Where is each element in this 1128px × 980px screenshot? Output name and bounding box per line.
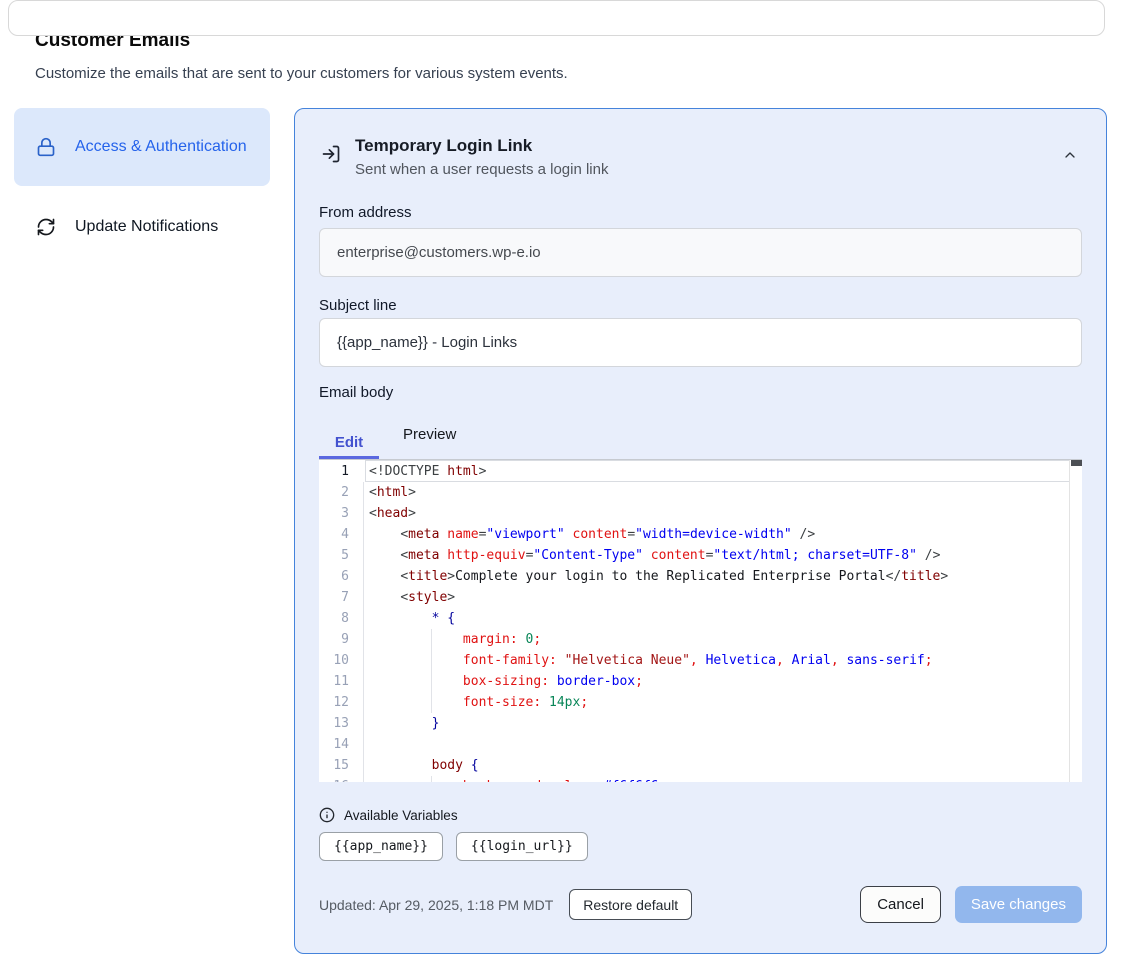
line-number: 4 [319, 524, 349, 545]
line-number: 6 [319, 566, 349, 587]
editor-scrollbar[interactable] [1069, 460, 1082, 782]
email-settings-card: Temporary Login Link Sent when a user re… [294, 108, 1107, 954]
line-number: 10 [319, 650, 349, 671]
code-line[interactable]: 13 } [319, 713, 1082, 734]
subject-line-input[interactable] [319, 318, 1082, 367]
code-line[interactable]: 11 box-sizing: border-box; [319, 671, 1082, 692]
available-variables-label: Available Variables [344, 808, 458, 823]
updated-timestamp: Updated: Apr 29, 2025, 1:18 PM MDT [319, 897, 553, 913]
line-number: 1 [319, 461, 349, 482]
code-line[interactable]: 8 * { [319, 608, 1082, 629]
sidebar-item-label: Update Notifications [75, 218, 218, 236]
line-number: 11 [319, 671, 349, 692]
sidebar-item-update-notifications[interactable]: Update Notifications [14, 203, 270, 251]
variable-chips: {{app_name}} {{login_url}} [319, 832, 1082, 861]
line-number: 14 [319, 734, 349, 755]
tab-preview[interactable]: Preview [403, 425, 456, 443]
variable-chip-login-url[interactable]: {{login_url}} [456, 832, 588, 861]
info-icon [319, 807, 335, 823]
card-subtitle: Sent when a user requests a login link [355, 161, 1058, 178]
code-line[interactable]: 5 <meta http-equiv="Content-Type" conten… [319, 545, 1082, 566]
code-line[interactable]: 3<head> [319, 503, 1082, 524]
line-number: 5 [319, 545, 349, 566]
line-number: 2 [319, 482, 349, 503]
code-line[interactable]: 12 font-size: 14px; [319, 692, 1082, 713]
variable-chip-app-name[interactable]: {{app_name}} [319, 832, 443, 861]
sidebar-item-label: Access & Authentication [75, 135, 247, 159]
card-title: Temporary Login Link [355, 135, 1058, 157]
line-number: 15 [319, 755, 349, 776]
code-line[interactable]: 14 [319, 734, 1082, 755]
log-in-icon [321, 144, 341, 164]
card-footer: Updated: Apr 29, 2025, 1:18 PM MDT Resto… [319, 886, 1082, 923]
available-variables-row: Available Variables [319, 807, 1082, 823]
main-row: Access & Authentication Update Notificat… [14, 108, 1107, 954]
line-number: 7 [319, 587, 349, 608]
code-line[interactable]: 1<!DOCTYPE html> [319, 461, 1082, 482]
collapse-button[interactable] [1058, 143, 1082, 167]
page-description: Customize the emails that are sent to yo… [35, 65, 1128, 82]
lock-icon [36, 137, 56, 157]
code-line[interactable]: 6 <title>Complete your login to the Repl… [319, 566, 1082, 587]
code-line[interactable]: 16 background-color: #f6f6f6; [319, 776, 1082, 782]
from-address-input[interactable] [319, 228, 1082, 277]
cancel-button[interactable]: Cancel [860, 886, 941, 923]
scrollbar-thumb[interactable] [1071, 460, 1082, 466]
refresh-icon [36, 217, 56, 237]
line-number: 3 [319, 503, 349, 524]
line-number: 16 [319, 776, 349, 782]
customer-emails-page: Customer Emails Customize the emails tha… [0, 30, 1128, 980]
email-body-label: Email body [319, 384, 1082, 401]
top-card-edge [8, 0, 1105, 36]
from-address-label: From address [319, 204, 1082, 221]
chevron-up-icon [1062, 147, 1078, 163]
sidebar-item-access-authentication[interactable]: Access & Authentication [14, 108, 270, 186]
code-line[interactable]: 15 body { [319, 755, 1082, 776]
card-header: Temporary Login Link Sent when a user re… [319, 135, 1082, 178]
restore-default-button[interactable]: Restore default [569, 889, 692, 920]
code-editor[interactable]: 1<!DOCTYPE html>2<html>3<head>4 <meta na… [319, 459, 1082, 782]
code-line[interactable]: 4 <meta name="viewport" content="width=d… [319, 524, 1082, 545]
save-changes-button[interactable]: Save changes [955, 886, 1082, 923]
code-line[interactable]: 2<html> [319, 482, 1082, 503]
line-number: 13 [319, 713, 349, 734]
tab-edit[interactable]: Edit [319, 425, 379, 459]
line-number: 12 [319, 692, 349, 713]
code-lines: 1<!DOCTYPE html>2<html>3<head>4 <meta na… [319, 460, 1082, 782]
code-line[interactable]: 7 <style> [319, 587, 1082, 608]
line-number: 9 [319, 629, 349, 650]
editor-tabs: Edit Preview [319, 425, 1082, 459]
line-number: 8 [319, 608, 349, 629]
code-line[interactable]: 9 margin: 0; [319, 629, 1082, 650]
subject-line-label: Subject line [319, 297, 1082, 314]
sidebar: Access & Authentication Update Notificat… [14, 108, 270, 251]
code-line[interactable]: 10 font-family: "Helvetica Neue", Helvet… [319, 650, 1082, 671]
